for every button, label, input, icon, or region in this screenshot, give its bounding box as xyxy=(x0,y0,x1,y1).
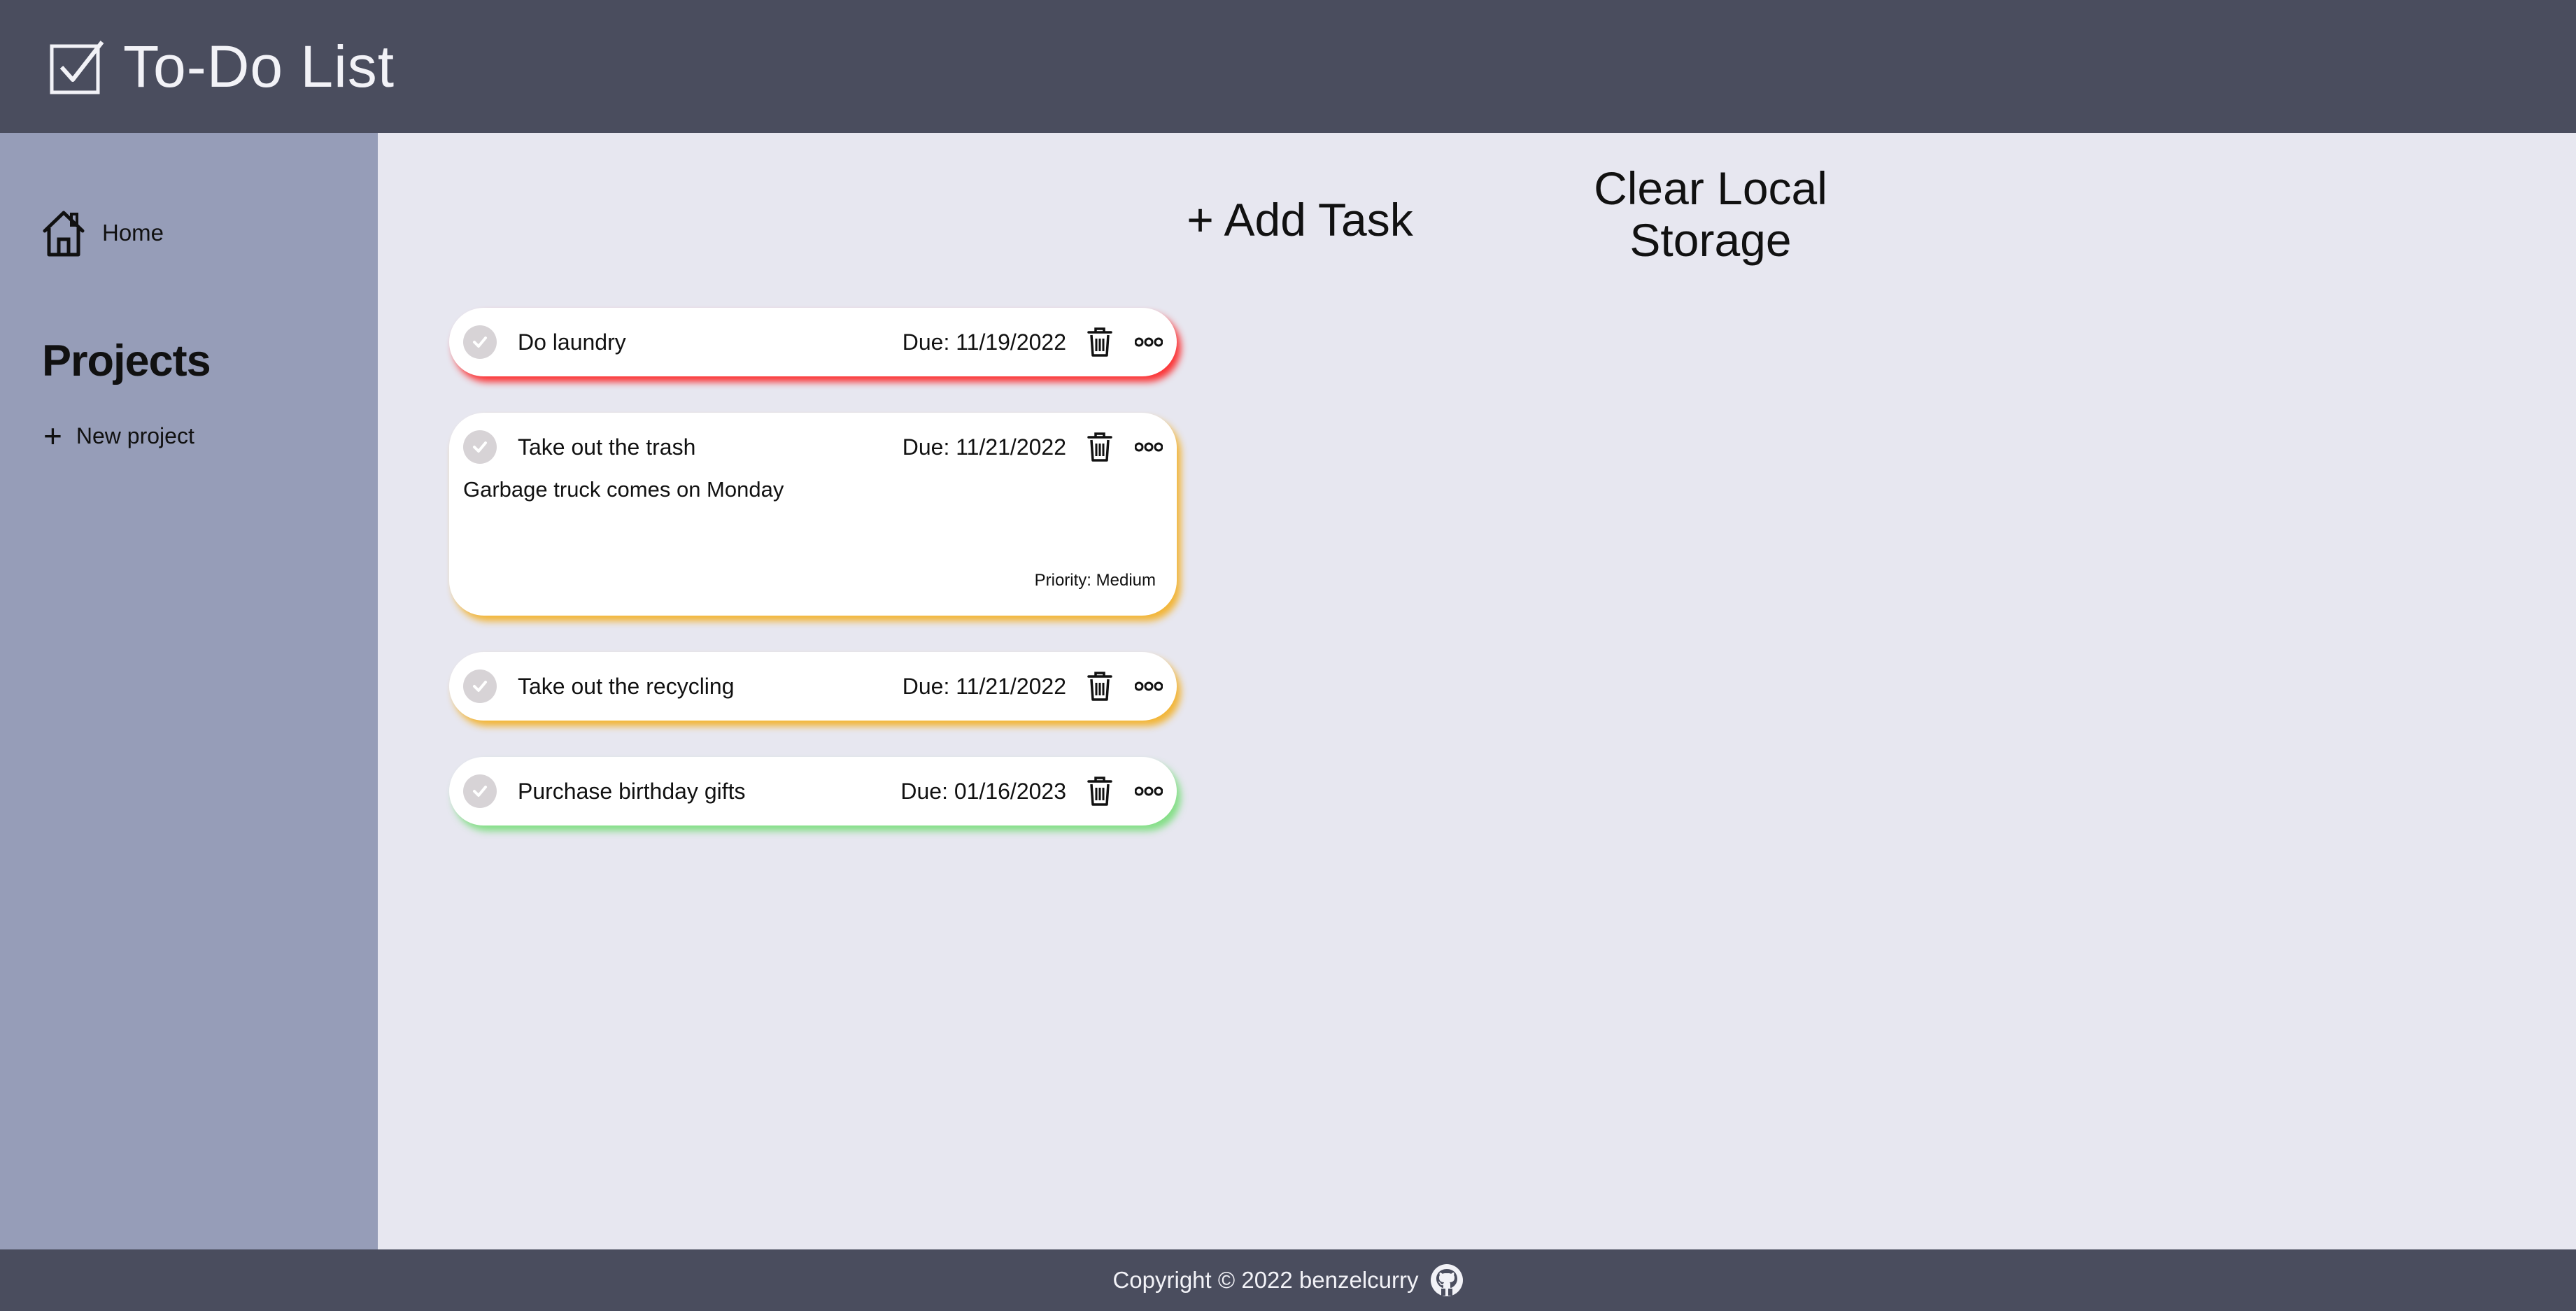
task-card[interactable]: Purchase birthday gifts Due: 01/16/2023 xyxy=(449,757,1177,825)
sidebar: Home Projects + New project xyxy=(0,133,378,1249)
task-card-expanded[interactable]: Take out the trash Due: 11/21/2022 Garba… xyxy=(449,413,1177,616)
app-header: To-Do List xyxy=(0,0,2576,133)
more-options-icon[interactable] xyxy=(1135,680,1163,693)
add-task-button[interactable]: + Add Task xyxy=(1160,193,1440,246)
more-options-icon[interactable] xyxy=(1135,336,1163,348)
task-due-date: Due: 11/21/2022 xyxy=(902,434,1066,460)
trash-icon[interactable] xyxy=(1086,432,1114,462)
task-list: Do laundry Due: 11/19/2022 Take out the … xyxy=(449,308,1177,862)
plus-icon: + xyxy=(43,418,62,454)
task-card[interactable]: Take out the recycling Due: 11/21/2022 xyxy=(449,652,1177,721)
copyright-text: Copyright © 2022 benzelcurry xyxy=(1112,1267,1419,1293)
complete-checkmark-icon[interactable] xyxy=(463,669,497,703)
complete-checkmark-icon[interactable] xyxy=(463,325,497,359)
app-footer: Copyright © 2022 benzelcurry xyxy=(0,1249,2576,1311)
home-icon xyxy=(43,211,85,257)
task-description: Garbage truck comes on Monday xyxy=(463,477,784,502)
github-icon[interactable] xyxy=(1430,1263,1464,1297)
task-name: Take out the trash xyxy=(518,434,696,460)
trash-icon[interactable] xyxy=(1086,327,1114,357)
complete-checkmark-icon[interactable] xyxy=(463,430,497,464)
task-due-date: Due: 11/19/2022 xyxy=(902,329,1066,355)
trash-icon[interactable] xyxy=(1086,671,1114,702)
sidebar-item-label: Home xyxy=(102,220,164,246)
projects-heading: Projects xyxy=(42,336,211,385)
new-project-label: New project xyxy=(76,423,194,448)
task-name: Purchase birthday gifts xyxy=(518,778,746,804)
sidebar-item-home[interactable]: Home xyxy=(41,208,164,257)
complete-checkmark-icon[interactable] xyxy=(463,774,497,808)
main-content: + Add Task Clear Local Storage Do laundr… xyxy=(378,133,2576,1249)
new-project-button[interactable]: + New project xyxy=(43,420,194,452)
more-options-icon[interactable] xyxy=(1135,785,1163,798)
app-title: To-Do List xyxy=(123,33,395,99)
task-due-date: Due: 01/16/2023 xyxy=(900,778,1066,804)
task-priority: Priority: Medium xyxy=(1034,571,1156,590)
task-name: Do laundry xyxy=(518,329,626,355)
clear-local-storage-button[interactable]: Clear Local Storage xyxy=(1525,162,1896,266)
more-options-icon[interactable] xyxy=(1135,441,1163,453)
task-due-date: Due: 11/21/2022 xyxy=(902,673,1066,699)
checkbox-icon xyxy=(50,41,104,94)
task-name: Take out the recycling xyxy=(518,673,735,699)
task-card[interactable]: Do laundry Due: 11/19/2022 xyxy=(449,308,1177,376)
trash-icon[interactable] xyxy=(1086,776,1114,807)
